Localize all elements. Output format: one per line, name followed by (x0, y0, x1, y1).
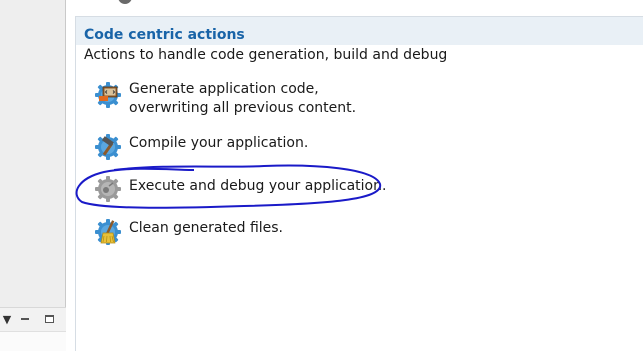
section-title: Code centric actions (84, 27, 245, 43)
view-menu-icon[interactable]: ▼ (0, 312, 14, 326)
compile-label[interactable]: Compile your application. (129, 134, 308, 153)
left-side-panel: ▼ (0, 0, 66, 351)
gear-broom-icon (93, 217, 123, 247)
maximize-icon[interactable] (42, 312, 56, 326)
clean-label[interactable]: Clean generated files. (129, 219, 283, 238)
generate-code-action[interactable]: Generate application code, overwriting a… (93, 80, 356, 118)
clean-files-action[interactable]: Clean generated files. (93, 217, 283, 247)
minimize-icon[interactable] (18, 312, 32, 326)
generate-label-line1[interactable]: Generate application code, (129, 80, 356, 99)
section-description: Actions to handle code generation, build… (84, 47, 448, 63)
code-centric-section: Code centric actions Actions to handle c… (75, 16, 643, 351)
section-header: Code centric actions (76, 17, 643, 45)
compile-action[interactable]: Compile your application. (93, 132, 308, 162)
execute-debug-action[interactable]: Execute and debug your application. (93, 174, 386, 204)
partial-gear-icon (118, 0, 132, 4)
view-content-area (0, 331, 66, 351)
generate-label-line2[interactable]: overwriting all previous content. (129, 99, 356, 118)
window: ▼ Code centric actions Actions to handle… (0, 0, 643, 351)
main-content: Code centric actions Actions to handle c… (67, 0, 643, 351)
gear-debug-icon (93, 174, 123, 204)
execute-label[interactable]: Execute and debug your application. (129, 177, 386, 196)
gear-code-icon (93, 80, 123, 110)
gear-hammer-icon (93, 132, 123, 162)
view-toolbar: ▼ (0, 312, 66, 328)
